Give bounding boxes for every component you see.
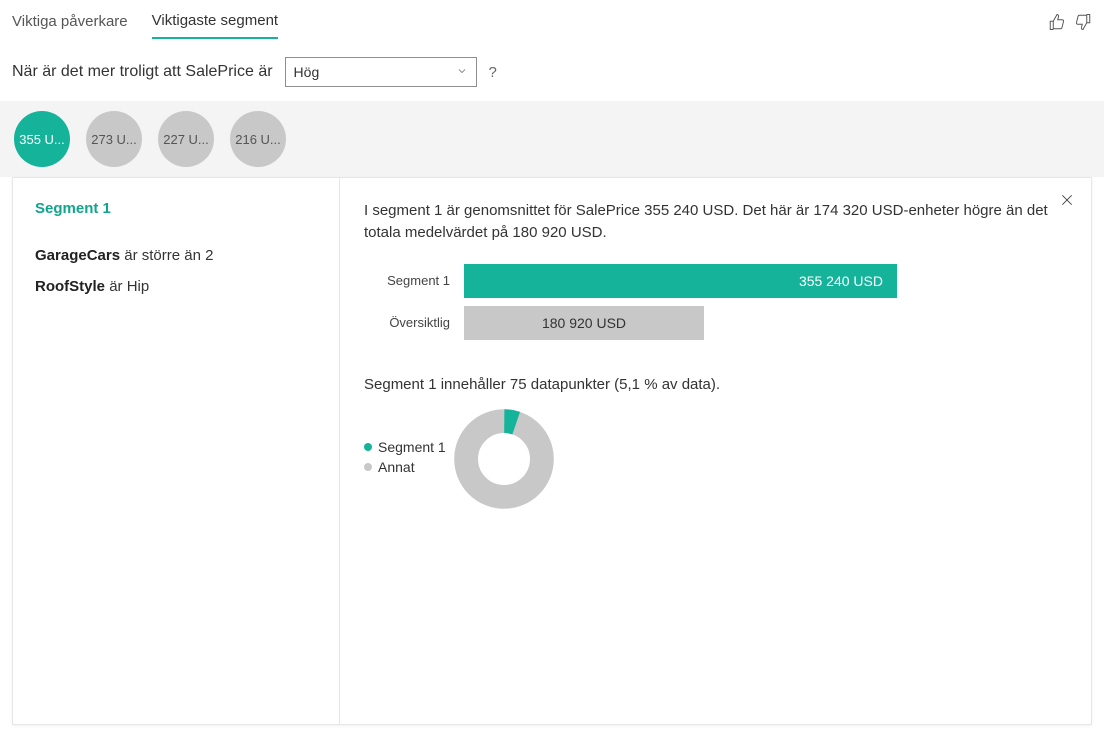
legend-dot-icon [364,443,372,451]
tab-segments[interactable]: Viktigaste segment [152,8,278,39]
legend-dot-icon [364,463,372,471]
segment-conditions-panel: Segment 1 GarageCars är större än 2 Roof… [13,178,340,724]
help-icon[interactable]: ? [489,64,497,81]
question-text: När är det mer troligt att SalePrice är [12,63,273,81]
condition-operator: är Hip [109,278,149,295]
bar-fill-segment: 355 240 USD [464,264,897,298]
condition-row: GarageCars är större än 2 [35,247,317,264]
segment-detail-card: Segment 1 GarageCars är större än 2 Roof… [12,177,1092,725]
datapoints-text: Segment 1 innehåller 75 datapunkter (5,1… [364,376,1067,393]
dropdown-value: Hög [294,64,320,80]
legend-label: Segment 1 [378,439,446,455]
segment-bubble-4[interactable]: 216 U... [230,111,286,167]
legend-label: Annat [378,459,415,475]
tab-influencers[interactable]: Viktiga påverkare [12,9,128,38]
donut-row: Segment 1 Annat [364,409,1067,509]
thumbs-down-icon[interactable] [1074,13,1092,34]
bar-fill-overall: 180 920 USD [464,306,704,340]
bar-row-overall: Översiktlig 180 920 USD [364,306,1067,340]
condition-field: GarageCars [35,247,120,264]
condition-row: RoofStyle är Hip [35,278,317,295]
close-icon[interactable] [1059,192,1075,211]
bar-row-segment: Segment 1 355 240 USD [364,264,1067,298]
segment-summary: I segment 1 är genomsnittet för SalePric… [364,200,1067,244]
tab-bar: Viktiga påverkare Viktigaste segment [0,0,1104,41]
condition-field: RoofStyle [35,278,105,295]
segment-title: Segment 1 [35,200,317,217]
segment-bubble-2[interactable]: 273 U... [86,111,142,167]
legend-item-segment: Segment 1 [364,439,446,455]
bar-label: Segment 1 [364,273,450,288]
condition-operator: är större än 2 [124,247,213,264]
chevron-down-icon [456,64,468,80]
segment-bubble-3[interactable]: 227 U... [158,111,214,167]
thumbs-up-icon[interactable] [1048,13,1066,34]
question-row: När är det mer troligt att SalePrice är … [0,41,1104,101]
segment-bubble-bar: 355 U... 273 U... 227 U... 216 U... [0,101,1104,177]
segment-chart-panel: I segment 1 är genomsnittet för SalePric… [340,178,1091,724]
donut-chart [454,409,554,509]
feedback-icons [1048,13,1092,34]
bar-label: Översiktlig [364,315,450,330]
segment-bubble-1[interactable]: 355 U... [14,111,70,167]
legend-item-other: Annat [364,459,446,475]
value-dropdown[interactable]: Hög [285,57,477,87]
donut-legend: Segment 1 Annat [364,409,446,479]
